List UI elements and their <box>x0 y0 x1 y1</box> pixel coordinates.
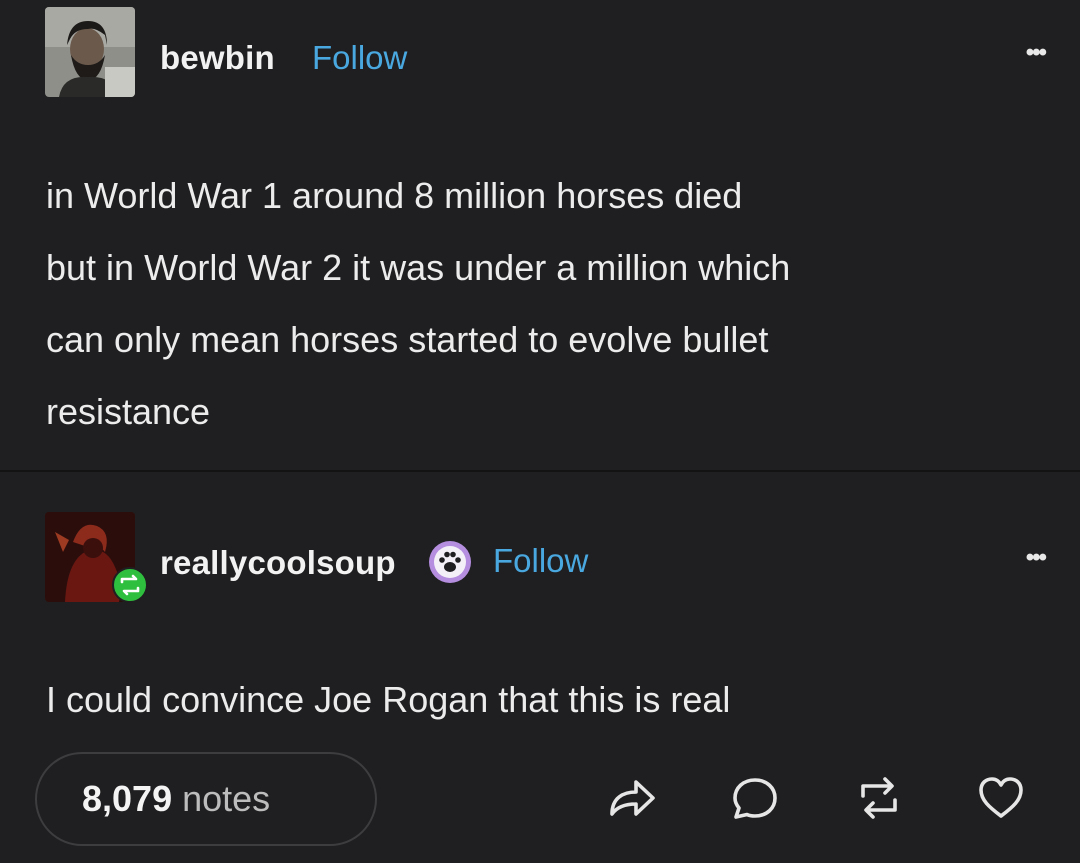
divider <box>0 470 1080 472</box>
username[interactable]: bewbin <box>160 39 275 77</box>
post1-header: bewbin Follow ••• <box>45 7 1047 97</box>
follow-button[interactable]: Follow <box>312 39 407 77</box>
notes-button[interactable]: 8,079 notes <box>35 752 377 846</box>
reblog-body: I could convince Joe Rogan that this is … <box>46 679 731 720</box>
paw-badge-icon <box>429 541 471 583</box>
username[interactable]: reallycoolsoup <box>160 544 396 582</box>
reblog-icon[interactable] <box>851 770 907 826</box>
post-body: in World War 1 around 8 million horses d… <box>46 175 791 432</box>
follow-button[interactable]: Follow <box>493 542 588 580</box>
post2-header: reallycoolsoup Follow ••• <box>45 512 1047 603</box>
avatar[interactable] <box>45 7 135 97</box>
notes-count: 8,079 <box>82 778 173 819</box>
reblog-badge-icon <box>112 567 148 603</box>
heart-icon[interactable] <box>973 770 1029 826</box>
notes-label: notes <box>182 778 271 819</box>
share-icon[interactable] <box>603 770 659 826</box>
more-icon[interactable]: ••• <box>1026 39 1047 67</box>
reply-icon[interactable] <box>727 770 783 826</box>
more-icon[interactable]: ••• <box>1026 544 1047 572</box>
